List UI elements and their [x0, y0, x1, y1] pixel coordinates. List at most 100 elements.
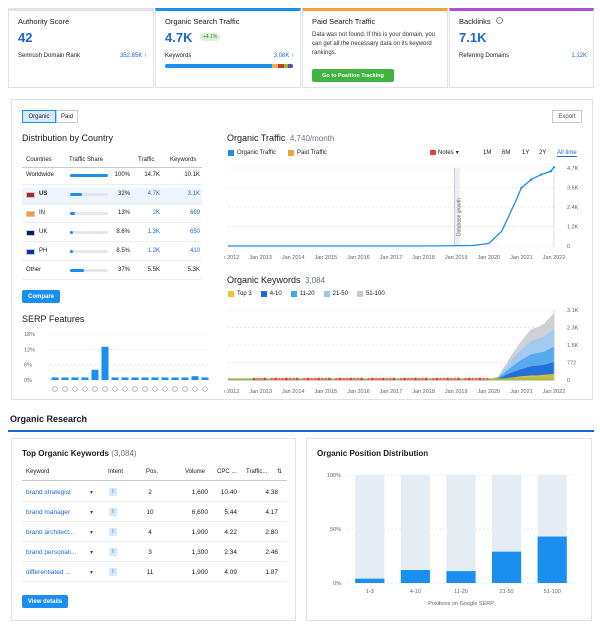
flag-icon — [26, 192, 35, 198]
cpc-value: 5.44 — [224, 509, 237, 516]
note-marker — [385, 377, 389, 381]
traffic-value: 14.7K — [144, 172, 160, 178]
range-all-time[interactable]: All time — [557, 150, 577, 157]
traffic-value[interactable]: 2K — [134, 210, 160, 216]
legend-item[interactable]: 4-10 — [260, 291, 282, 297]
legend-item[interactable]: 11-20 — [290, 291, 315, 297]
legend-item[interactable]: 21-50 — [323, 291, 348, 297]
note-marker — [335, 377, 338, 381]
card-paid[interactable]: Paid Search Traffic Data was not found. … — [302, 8, 448, 88]
top-keywords-panel: Top Organic Keywords (3,084) Keyword Int… — [11, 438, 296, 621]
organic-value[interactable]: 4.7K — [165, 30, 192, 45]
note-marker — [457, 377, 460, 381]
y-tick-label: 3.1K — [567, 308, 579, 314]
backlinks-value[interactable]: 7.1K — [459, 30, 486, 45]
y-tick-label: 50% — [330, 527, 341, 533]
note-marker — [292, 377, 295, 381]
country-name[interactable]: US — [39, 191, 47, 197]
country-name[interactable]: IN — [39, 210, 45, 216]
view-details-button[interactable]: View details — [22, 595, 68, 608]
note-marker — [435, 377, 439, 381]
keywords-value[interactable]: 3.1K — [172, 191, 200, 197]
keyword-link[interactable]: brand personali... — [26, 549, 76, 556]
database-growth-label: Database growth — [457, 198, 463, 236]
notes-dropdown[interactable]: Notes ▾ — [430, 149, 459, 156]
organic-keywords-chart: 3.1K 2.3K 1.5K 772 0 Jan 2012 Jan 2013 Jan 2014… — [224, 308, 579, 395]
country-name[interactable]: PH — [39, 248, 47, 254]
col-keyword[interactable]: Keyword — [26, 469, 49, 475]
keyword-link[interactable]: brand architect... — [26, 529, 74, 536]
range-1y[interactable]: 1Y — [522, 150, 529, 156]
export-button[interactable]: Export — [552, 110, 582, 123]
note-marker — [467, 377, 471, 381]
note-marker — [403, 377, 407, 381]
card-organic[interactable]: Organic Search Traffic 4.7K +4.1% Keywor… — [155, 8, 301, 88]
authority-value[interactable]: 42 — [18, 30, 32, 45]
x-tick-label: Jan 2015 — [314, 255, 337, 261]
col-intent[interactable]: Intent — [108, 469, 123, 475]
x-tick-label: Jan 2013 — [249, 255, 272, 261]
note-marker — [320, 377, 324, 381]
keywords-value[interactable]: 650 — [172, 229, 200, 235]
chevron-down-icon[interactable]: ▾ — [90, 569, 93, 576]
traffic-legend-paid[interactable]: Paid Traffic — [288, 150, 327, 156]
country-name[interactable]: Other — [26, 267, 41, 273]
country-name[interactable]: UK — [39, 229, 47, 235]
flag-icon — [26, 230, 35, 236]
card-backlinks[interactable]: Backlinks 7.1K Referring Domains 1.12K — [449, 8, 594, 88]
keyword-link[interactable]: differentiated ... — [26, 569, 71, 576]
sort-icon[interactable]: ⇅ — [277, 468, 282, 475]
serp-feature-icon — [52, 386, 58, 392]
keywords-value[interactable]: 669 — [172, 210, 200, 216]
traffic-legend-organic[interactable]: Organic Traffic — [228, 150, 276, 156]
authority-sub-value[interactable]: 352.85K ↑ — [120, 53, 147, 59]
keyword-link[interactable]: brand manager — [26, 509, 70, 516]
chevron-down-icon[interactable]: ▾ — [90, 509, 93, 516]
y-tick-label: 2.4K — [567, 205, 579, 211]
chevron-down-icon[interactable]: ▾ — [90, 529, 93, 536]
note-marker — [374, 377, 378, 381]
note-marker — [349, 377, 353, 381]
note-marker — [371, 377, 374, 381]
note-marker — [367, 377, 371, 381]
traffic-value[interactable]: 1.3K — [134, 229, 160, 235]
keyword-link[interactable]: brand strategist — [26, 489, 71, 496]
organic-research-title: Organic Research — [10, 414, 88, 424]
country-name[interactable]: Worldwide — [26, 172, 54, 178]
serp-bar — [81, 377, 89, 380]
note-marker — [295, 377, 299, 381]
card-authority[interactable]: Authority Score 42 Semrush Domain Rank 3… — [8, 8, 154, 88]
y-tick-label: 18% — [24, 332, 35, 338]
flag-icon — [26, 211, 35, 217]
organic-sub-value[interactable]: 3.08K ↑ — [274, 53, 294, 59]
note-marker — [353, 377, 356, 381]
col-pos[interactable]: Pos. — [146, 469, 158, 475]
traffic-value[interactable]: 1.2K — [134, 248, 160, 254]
col-cpc[interactable]: CPC ... — [217, 469, 236, 475]
backlinks-sub-value[interactable]: 1.12K — [571, 53, 587, 59]
checkbox-icon — [260, 291, 267, 297]
chevron-down-icon[interactable]: ▾ — [90, 549, 93, 556]
legend-item[interactable]: 51-100 — [356, 291, 385, 297]
range-2y[interactable]: 2Y — [539, 150, 546, 156]
share-fill — [70, 174, 108, 177]
traffic-value: 2.46 — [265, 549, 278, 556]
organic-toggle[interactable]: Organic — [22, 110, 56, 123]
chevron-down-icon[interactable]: ▾ — [90, 489, 93, 496]
keywords-value[interactable]: 410 — [172, 248, 200, 254]
col-volume[interactable]: Volume — [185, 469, 205, 475]
compare-button[interactable]: Compare — [22, 290, 60, 303]
range-6m[interactable]: 6M — [502, 150, 510, 156]
info-icon[interactable] — [496, 17, 503, 24]
note-marker — [306, 377, 310, 381]
col-countries: Countries — [26, 157, 52, 163]
legend-item[interactable]: Top 3 — [228, 291, 252, 297]
organic-keyword-bar — [165, 64, 293, 68]
col-traffic[interactable]: Traffic... — [246, 469, 267, 475]
range-1m[interactable]: 1M — [483, 150, 491, 156]
paid-toggle[interactable]: Paid — [56, 110, 78, 123]
traffic-value[interactable]: 4.7K — [134, 191, 160, 197]
traffic-title-label: Organic Traffic — [227, 133, 286, 143]
go-to-position-tracking-button[interactable]: Go to Position Tracking — [312, 69, 394, 82]
authority-title: Authority Score — [18, 17, 70, 26]
